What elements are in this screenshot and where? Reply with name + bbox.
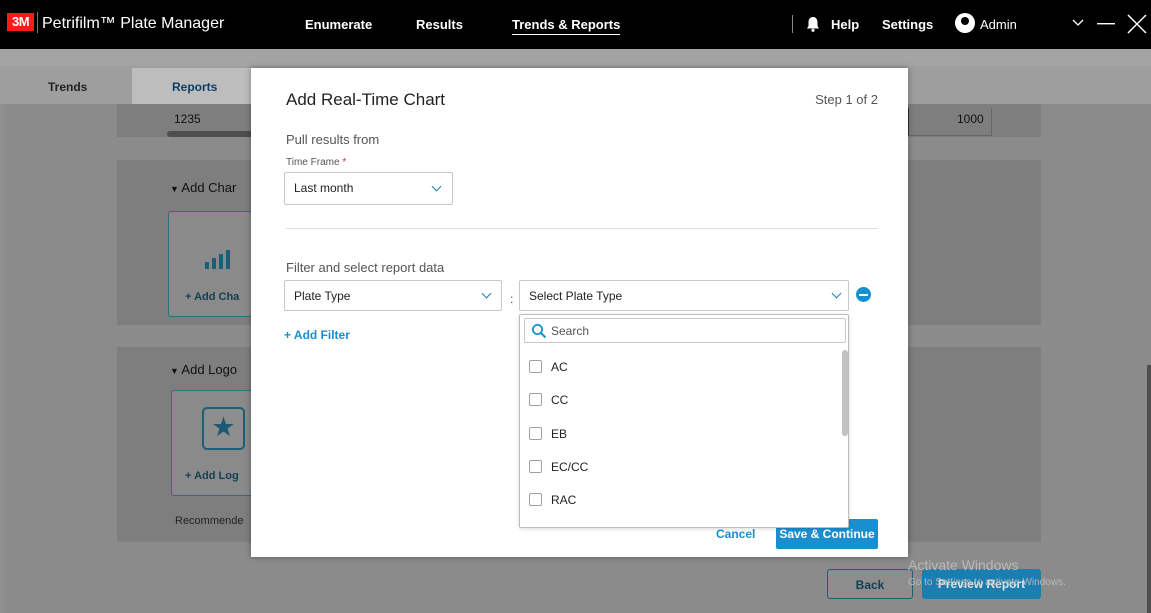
checkbox[interactable]	[529, 493, 542, 506]
3m-logo: 3M	[7, 13, 34, 31]
bell-icon[interactable]	[806, 16, 820, 32]
titlebar-divider	[792, 15, 793, 33]
chevron-down-icon	[481, 288, 492, 299]
windows-watermark-subtitle: Go to Settings to activate Windows.	[908, 577, 1066, 588]
table-cell-left: 1235	[174, 112, 201, 126]
section-divider	[286, 228, 878, 229]
title-bar: 3M Petrifilm™ Plate Manager Enumerate Re…	[0, 0, 1151, 49]
recommended-note: Recommende	[175, 515, 244, 527]
table-scrollbar[interactable]	[167, 131, 257, 137]
windows-watermark-title: Activate Windows	[908, 557, 1019, 573]
filter-field-select[interactable]: Plate Type	[284, 280, 502, 311]
search-icon	[532, 324, 547, 339]
chevron-down-icon[interactable]	[1072, 19, 1084, 27]
search-placeholder: Search	[551, 324, 590, 338]
remove-filter-icon[interactable]	[856, 287, 871, 302]
plate-type-dropdown: Search AC CC EB EC/CC RAC	[519, 314, 849, 528]
help-link[interactable]: Help	[831, 17, 859, 32]
bar-chart-icon	[205, 250, 230, 269]
filter-heading: Filter and select report data	[286, 260, 445, 275]
checkbox[interactable]	[529, 460, 542, 473]
cancel-button[interactable]: Cancel	[716, 527, 755, 541]
tab-trends[interactable]: Trends	[48, 80, 87, 94]
step-indicator: Step 1 of 2	[815, 92, 878, 107]
checkbox[interactable]	[529, 360, 542, 373]
plate-type-placeholder: Select Plate Type	[529, 289, 623, 303]
app-title: Petrifilm™ Plate Manager	[42, 15, 225, 32]
add-logo-button[interactable]: + Add Log	[185, 470, 239, 482]
user-name[interactable]: Admin	[980, 17, 1017, 32]
user-avatar-icon[interactable]	[955, 13, 975, 33]
back-button[interactable]: Back	[827, 569, 913, 599]
pull-results-heading: Pull results from	[286, 132, 380, 147]
page-scrollbar[interactable]	[1147, 365, 1151, 613]
add-chart-button[interactable]: + Add Cha	[185, 291, 239, 303]
filter-separator: :	[510, 292, 514, 306]
chevron-down-icon	[831, 288, 842, 299]
tab-reports[interactable]: Reports	[172, 80, 217, 94]
nav-enumerate[interactable]: Enumerate	[305, 17, 372, 32]
filter-field-value: Plate Type	[294, 289, 351, 303]
minimize-icon[interactable]	[1097, 23, 1115, 25]
checkbox[interactable]	[529, 427, 542, 440]
add-chart-heading: ▼ Add Char	[170, 180, 237, 195]
chevron-down-icon	[431, 181, 442, 192]
add-filter-button[interactable]: + Add Filter	[284, 328, 350, 342]
nav-results[interactable]: Results	[416, 17, 463, 32]
plate-type-select[interactable]: Select Plate Type	[519, 280, 849, 311]
dropdown-scrollbar[interactable]	[842, 350, 848, 436]
close-icon[interactable]	[1127, 14, 1147, 34]
time-frame-label: Time Frame *	[286, 157, 347, 168]
time-frame-value: Last month	[294, 181, 354, 195]
checkbox[interactable]	[529, 393, 542, 406]
time-frame-select[interactable]: Last month	[284, 172, 453, 205]
dialog-title: Add Real-Time Chart	[286, 90, 446, 109]
settings-link[interactable]: Settings	[882, 17, 933, 32]
nav-trends-reports[interactable]: Trends & Reports	[512, 17, 621, 35]
add-logo-heading: ▼ Add Logo	[170, 362, 238, 377]
star-icon: ★	[202, 407, 245, 450]
dropdown-search-input[interactable]: Search	[524, 318, 846, 343]
logo-divider	[37, 12, 38, 33]
table-cell-right: 1000	[957, 112, 984, 126]
